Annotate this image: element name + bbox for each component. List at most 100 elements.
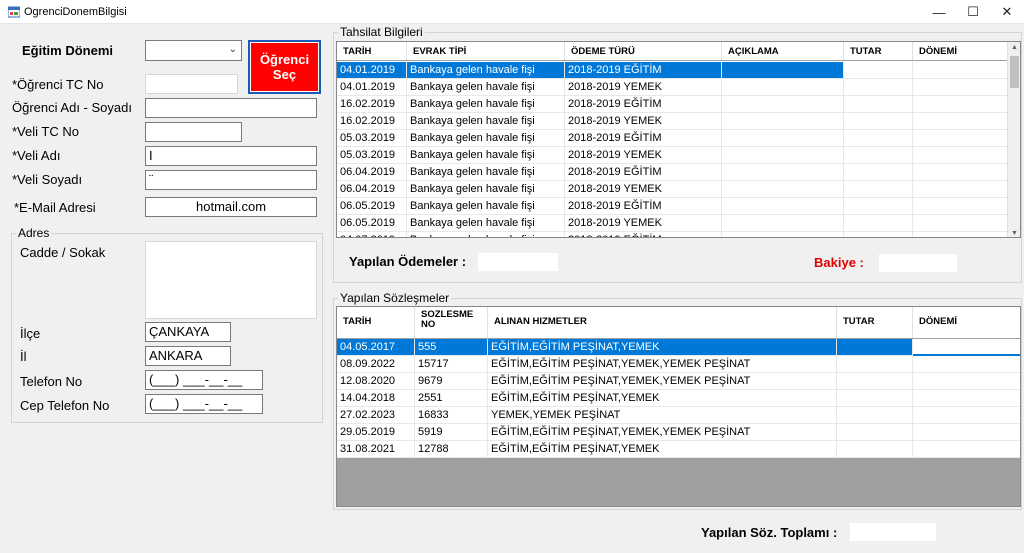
table-row[interactable]: 05.03.2019 Bankaya gelen havale fişi 2018-… xyxy=(337,130,1009,147)
table-cell xyxy=(844,130,913,147)
table-row[interactable]: 14.04.2018 2551 EĞİTİM,EĞİTİM PEŞİNAT,YEME… xyxy=(337,390,1020,407)
ogrenci-sec-button[interactable]: Öğrenci Seç xyxy=(248,40,321,94)
table-cell xyxy=(913,390,1020,407)
tahsilat-col-header[interactable]: ÖDEME TÜRÜ xyxy=(565,42,722,60)
table-cell: 08.09.2022 xyxy=(337,356,415,373)
table-cell xyxy=(722,147,844,164)
sozlesmeler-col-header[interactable]: SOZLESME NO xyxy=(415,307,488,338)
cep-input[interactable]: (___) ___-__-__ xyxy=(145,394,263,414)
table-cell: 16.02.2019 xyxy=(337,96,407,113)
tahsilat-grid[interactable]: TARİH EVRAK TİPİ ÖDEME TÜRÜ AÇIKLAMA TUTAR DÖ… xyxy=(336,41,1021,238)
tahsilat-col-header[interactable]: EVRAK TİPİ xyxy=(407,42,565,60)
maximize-icon: ☐ xyxy=(967,4,979,19)
window-title: OgrenciDonemBilgisi xyxy=(24,6,127,18)
tahsilat-col-header[interactable]: TUTAR xyxy=(844,42,913,60)
email-input[interactable]: hotmail.com xyxy=(145,197,317,217)
tahsilat-header: TARİH EVRAK TİPİ ÖDEME TÜRÜ AÇIKLAMA TUTAR DÖ… xyxy=(337,42,1009,61)
maximize-button[interactable]: ☐ xyxy=(956,0,990,24)
table-cell xyxy=(837,339,913,356)
egitim-donemi-select[interactable]: ⌄ xyxy=(145,40,242,61)
cadde-textarea[interactable] xyxy=(145,241,317,319)
table-cell xyxy=(844,232,913,237)
scroll-thumb[interactable] xyxy=(1010,56,1019,88)
table-cell xyxy=(844,215,913,232)
veli-soyadi-input[interactable]: ¨ xyxy=(145,170,317,190)
table-cell: 2018-2019 YEMEK xyxy=(565,181,722,198)
table-row[interactable]: 05.03.2019 Bankaya gelen havale fişi 2018-… xyxy=(337,147,1009,164)
table-cell xyxy=(722,181,844,198)
table-cell xyxy=(913,339,1020,356)
table-row[interactable]: 27.02.2023 16833 YEMEK,YEMEK PEŞİNAT xyxy=(337,407,1020,424)
table-cell: 04.01.2019 xyxy=(337,79,407,96)
table-cell: Bankaya gelen havale fişi xyxy=(407,215,565,232)
close-button[interactable]: ✕ xyxy=(990,0,1024,24)
sozlesmeler-col-header[interactable]: DÖNEMİ xyxy=(913,307,1020,338)
sozlesmeler-col-header[interactable]: TUTAR xyxy=(837,307,913,338)
tahsilat-col-header[interactable]: TARİH xyxy=(337,42,407,60)
ilce-input[interactable]: ÇANKAYA xyxy=(145,322,231,342)
sozlesmeler-col-header[interactable]: TARİH xyxy=(337,307,415,338)
scroll-down-icon: ▼ xyxy=(1011,230,1018,237)
table-row[interactable]: 06.04.2019 Bankaya gelen havale fişi 2018-… xyxy=(337,181,1009,198)
table-cell xyxy=(844,62,913,79)
table-row[interactable]: 06.05.2019 Bankaya gelen havale fişi 2018-… xyxy=(337,198,1009,215)
table-cell xyxy=(913,356,1020,373)
toplam-value xyxy=(850,523,936,541)
table-cell xyxy=(913,424,1020,441)
table-cell: 14.04.2018 xyxy=(337,390,415,407)
veli-adi-input[interactable]: I xyxy=(145,146,317,166)
table-row[interactable]: 12.08.2020 9679 EĞİTİM,EĞİTİM PEŞİNAT,YEME… xyxy=(337,373,1020,390)
table-row[interactable]: 16.02.2019 Bankaya gelen havale fişi 2018-… xyxy=(337,96,1009,113)
table-cell xyxy=(913,215,1009,232)
ogrenci-tc-input[interactable] xyxy=(145,74,238,94)
title-bar: OgrenciDonemBilgisi — ☐ ✕ xyxy=(0,0,1024,24)
table-row[interactable]: 04.01.2019 Bankaya gelen havale fişi 2018-… xyxy=(337,79,1009,96)
veli-soyadi-label: *Veli Soyadı xyxy=(12,172,83,187)
il-input[interactable]: ANKARA xyxy=(145,346,231,366)
table-cell xyxy=(913,441,1020,458)
table-row[interactable]: 29.05.2019 5919 EĞİTİM,EĞİTİM PEŞİNAT,YEME… xyxy=(337,424,1020,441)
table-cell xyxy=(844,96,913,113)
adres-legend: Adres xyxy=(16,226,52,240)
veli-tc-input[interactable] xyxy=(145,122,242,142)
table-row[interactable]: 04.01.2019 Bankaya gelen havale fişi 2018-… xyxy=(337,62,1009,79)
sozlesmeler-header: TARİH SOZLESME NO ALINAN HIZMETLER TUTAR DÖN… xyxy=(337,307,1020,339)
cadde-label: Cadde / Sokak xyxy=(20,245,106,260)
table-row[interactable]: 04.07.2019Bankaya gelen havale fişi2018-… xyxy=(337,232,1009,237)
table-row[interactable]: 31.08.2021 12788 EĞİTİM,EĞİTİM PEŞİNAT,YEM… xyxy=(337,441,1020,458)
table-row[interactable]: 08.09.2022 15717 EĞİTİM,EĞİTİM PEŞİNAT,YEM… xyxy=(337,356,1020,373)
veli-adi-label: *Veli Adı xyxy=(12,148,61,163)
sozlesmeler-grid[interactable]: TARİH SOZLESME NO ALINAN HIZMETLER TUTAR DÖN… xyxy=(336,306,1021,507)
table-row[interactable]: 06.04.2019 Bankaya gelen havale fişi 2018-… xyxy=(337,164,1009,181)
ogrenci-adi-input[interactable] xyxy=(145,98,317,118)
table-cell: 2018-2019 YEMEK xyxy=(565,147,722,164)
table-cell: 31.08.2021 xyxy=(337,441,415,458)
table-cell: 29.05.2019 xyxy=(337,424,415,441)
tahsilat-col-header[interactable]: DÖNEMİ xyxy=(913,42,1009,60)
table-row[interactable]: 16.02.2019 Bankaya gelen havale fişi 2018-… xyxy=(337,113,1009,130)
table-cell xyxy=(913,198,1009,215)
table-cell xyxy=(913,79,1009,96)
table-cell: 12788 xyxy=(415,441,488,458)
table-cell: 05.03.2019 xyxy=(337,130,407,147)
email-label: *E-Mail Adresi xyxy=(14,200,96,215)
minimize-button[interactable]: — xyxy=(922,0,956,24)
table-cell xyxy=(913,373,1020,390)
table-cell: 04.05.2017 xyxy=(337,339,415,356)
table-cell xyxy=(913,96,1009,113)
table-row[interactable]: 04.05.2017 555 EĞİTİM,EĞİTİM PEŞİNAT,YEMEK xyxy=(337,339,1020,356)
app-icon xyxy=(8,6,20,18)
table-cell: 16.02.2019 xyxy=(337,113,407,130)
table-cell xyxy=(722,198,844,215)
tahsilat-scrollbar[interactable]: ▲ ▼ xyxy=(1007,42,1020,237)
table-cell: 04.01.2019 xyxy=(337,62,407,79)
table-cell xyxy=(722,96,844,113)
telefon-input[interactable]: (___) ___-__-__ xyxy=(145,370,263,390)
minimize-icon: — xyxy=(932,4,946,20)
table-cell xyxy=(722,164,844,181)
table-cell: 27.02.2023 xyxy=(337,407,415,424)
table-cell: 2018-2019 EĞİTİM xyxy=(565,198,722,215)
sozlesmeler-col-header[interactable]: ALINAN HIZMETLER xyxy=(488,307,837,338)
tahsilat-col-header[interactable]: AÇIKLAMA xyxy=(722,42,844,60)
table-row[interactable]: 06.05.2019 Bankaya gelen havale fişi 2018-… xyxy=(337,215,1009,232)
